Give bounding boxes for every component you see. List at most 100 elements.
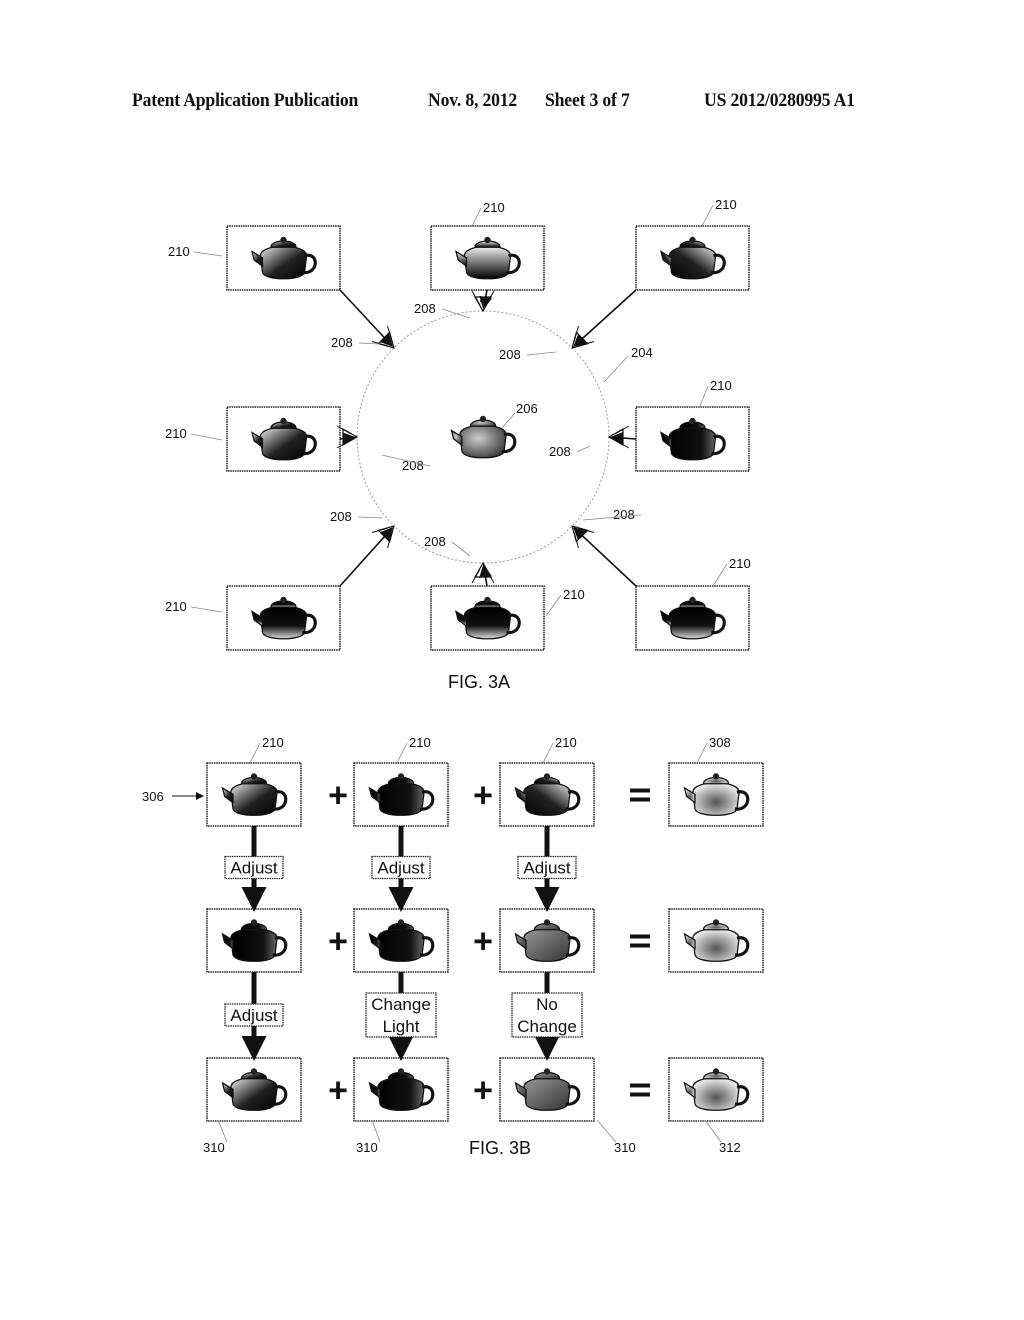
light-image-row2-col3 — [499, 908, 595, 973]
projection-arrow — [339, 527, 393, 587]
result-label: 312 — [719, 1140, 741, 1155]
plus-sign: + — [473, 1072, 493, 1110]
light-image-row1-col1 — [206, 762, 302, 827]
operation-box-row1-col3: Adjust — [517, 855, 577, 880]
leader-line — [501, 412, 516, 429]
light-image-row1-col3 — [499, 762, 595, 827]
view-image-bottom-right — [635, 585, 750, 651]
view-image-right — [635, 406, 750, 472]
image-label: 210 — [165, 426, 187, 441]
operation-label: Adjust — [230, 859, 278, 878]
view-image-left — [226, 406, 341, 472]
view-image-top — [430, 225, 545, 291]
object-label: 206 — [516, 401, 538, 416]
leader-line — [396, 742, 408, 764]
camera-label: 208 — [613, 507, 635, 522]
operation-box-row1-col1: Adjust — [224, 855, 284, 880]
camera-label: 208 — [330, 509, 352, 524]
combined-image-row1 — [668, 762, 764, 827]
fig3b-caption: FIG. 3B — [469, 1138, 531, 1158]
combined-image-row2 — [668, 908, 764, 973]
view-image-top-left — [226, 225, 341, 291]
projection-arrow — [573, 289, 637, 347]
light-image-row1-col2 — [353, 762, 449, 827]
leader-line — [190, 606, 223, 613]
leader-line — [371, 1119, 381, 1143]
operation-label: Adjust — [523, 859, 571, 878]
camera-label: 208 — [424, 534, 446, 549]
image-label: 210 — [563, 587, 585, 602]
input-label: 306 — [142, 789, 164, 804]
camera-icon — [471, 290, 495, 313]
view-image-top-right — [635, 225, 750, 291]
operation-box-row1-col2: Adjust — [371, 855, 431, 880]
camera-label: 208 — [331, 335, 353, 350]
leader-line — [704, 1119, 722, 1143]
image-label: 210 — [483, 200, 505, 215]
plus-sign: + — [328, 923, 348, 961]
fig3a-caption: FIG. 3A — [448, 672, 510, 692]
leader-line — [576, 445, 591, 453]
leader-line — [696, 742, 708, 764]
light-image-row3-col3 — [499, 1057, 595, 1122]
plus-sign: + — [328, 1072, 348, 1110]
light-image-row3-col1 — [206, 1057, 302, 1122]
leader-line — [699, 385, 709, 407]
leader-line — [603, 355, 629, 383]
leader-line — [526, 351, 557, 356]
operation-box-row2-col1: Adjust — [224, 1003, 284, 1027]
image-label: 210 — [555, 735, 577, 750]
equals-sign — [630, 788, 650, 802]
operation-label: No — [536, 995, 558, 1014]
leader-line — [249, 742, 261, 764]
image-label: 210 — [262, 735, 284, 750]
operation-box-row2-col3: No Change — [511, 992, 583, 1038]
image-label: 210 — [729, 556, 751, 571]
leader-line — [190, 433, 223, 441]
camera-icon — [471, 561, 495, 584]
camera-label: 208 — [499, 347, 521, 362]
leader-line — [217, 1119, 228, 1143]
leader-line — [712, 563, 728, 587]
operation-label: Adjust — [230, 1006, 278, 1025]
operation-label: Change — [371, 995, 431, 1014]
circle-label: 204 — [631, 345, 653, 360]
plus-sign: + — [473, 777, 493, 815]
image-label: 310 — [614, 1140, 636, 1155]
leader-line — [701, 204, 714, 227]
operation-box-row2-col2: Change Light — [365, 992, 437, 1038]
image-label: 210 — [409, 735, 431, 750]
projection-arrow — [573, 527, 637, 587]
view-image-bottom — [430, 585, 545, 651]
leader-line — [357, 516, 383, 519]
equals-sign — [630, 934, 650, 948]
view-image-bottom-left — [226, 585, 341, 651]
light-image-row2-col1 — [206, 908, 302, 973]
operation-label: Adjust — [377, 859, 425, 878]
light-image-row2-col2 — [353, 908, 449, 973]
image-label: 310 — [356, 1140, 378, 1155]
leader-line — [451, 541, 471, 557]
camera-label: 208 — [549, 444, 571, 459]
image-label: 210 — [710, 378, 732, 393]
leader-line — [545, 594, 562, 617]
plus-sign: + — [473, 923, 493, 961]
patent-figure: 206 204 210 208 210 208 210 208 210 208 210 208 210 2… — [142, 197, 764, 1158]
equals-sign — [630, 1083, 650, 1097]
operation-label: Light — [383, 1017, 420, 1036]
object-teapot — [450, 415, 517, 459]
image-label: 210 — [168, 244, 190, 259]
leader-line — [596, 1119, 617, 1143]
leader-line — [471, 207, 482, 227]
result-label: 308 — [709, 735, 731, 750]
combined-image-row3 — [668, 1057, 764, 1122]
leader-line — [193, 251, 223, 257]
image-label: 210 — [165, 599, 187, 614]
light-image-row3-col2 — [353, 1057, 449, 1122]
operation-label: Change — [517, 1017, 577, 1036]
plus-sign: + — [328, 777, 348, 815]
image-label: 310 — [203, 1140, 225, 1155]
leader-line — [542, 742, 554, 764]
image-label: 210 — [715, 197, 737, 212]
camera-label: 208 — [414, 301, 436, 316]
